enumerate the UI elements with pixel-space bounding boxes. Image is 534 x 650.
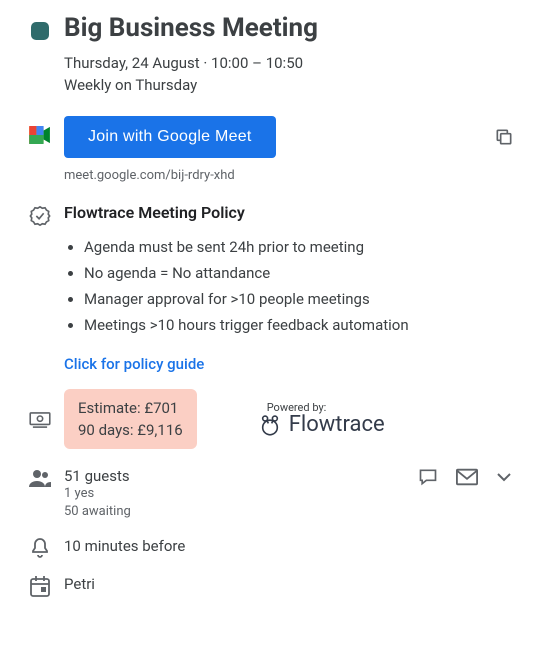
flowtrace-logo-icon bbox=[257, 412, 283, 438]
estimate-line: Estimate: £701 bbox=[78, 397, 183, 419]
bell-icon bbox=[30, 537, 50, 559]
verified-icon bbox=[29, 205, 51, 227]
policy-list: Agenda must be sent 24h prior to meeting… bbox=[64, 234, 518, 338]
google-meet-icon bbox=[29, 126, 51, 144]
estimate-line: 90 days: £9,116 bbox=[78, 419, 183, 441]
join-meet-button[interactable]: Join with Google Meet bbox=[64, 116, 276, 158]
policy-item: Meetings >10 hours trigger feedback auto… bbox=[84, 312, 518, 338]
policy-guide-link[interactable]: Click for policy guide bbox=[64, 355, 204, 373]
guest-yes: 1 yes bbox=[64, 485, 131, 503]
cost-estimate-box: Estimate: £701 90 days: £9,116 bbox=[64, 389, 197, 449]
event-date-time: Thursday, 24 August · 10:00 – 10:50 bbox=[64, 52, 518, 74]
reminder-text: 10 minutes before bbox=[64, 535, 518, 555]
calendar-icon bbox=[30, 575, 50, 597]
policy-item: Manager approval for >10 people meetings bbox=[84, 286, 518, 312]
chat-icon[interactable] bbox=[418, 467, 438, 487]
guests-icon bbox=[28, 469, 52, 487]
calendar-owner: Petri bbox=[64, 573, 518, 593]
expand-guests-icon[interactable] bbox=[496, 472, 512, 482]
event-color-chip bbox=[31, 22, 49, 40]
event-recurrence: Weekly on Thursday bbox=[64, 74, 518, 96]
email-guests-icon[interactable] bbox=[456, 468, 478, 486]
policy-heading: Flowtrace Meeting Policy bbox=[64, 203, 518, 222]
copy-link-icon[interactable] bbox=[494, 127, 514, 147]
policy-item: No agenda = No attandance bbox=[84, 260, 518, 286]
policy-item: Agenda must be sent 24h prior to meeting bbox=[84, 234, 518, 260]
cost-icon bbox=[29, 412, 51, 428]
flowtrace-brand-text: Flowtrace bbox=[289, 412, 385, 437]
event-title: Big Business Meeting bbox=[64, 12, 518, 44]
guest-count: 51 guests bbox=[64, 467, 131, 485]
guest-awaiting: 50 awaiting bbox=[64, 503, 131, 521]
meet-link-text: meet.google.com/bij-rdry-xhd bbox=[64, 168, 518, 183]
powered-by-block: Powered by: Flowtrace bbox=[257, 401, 385, 438]
